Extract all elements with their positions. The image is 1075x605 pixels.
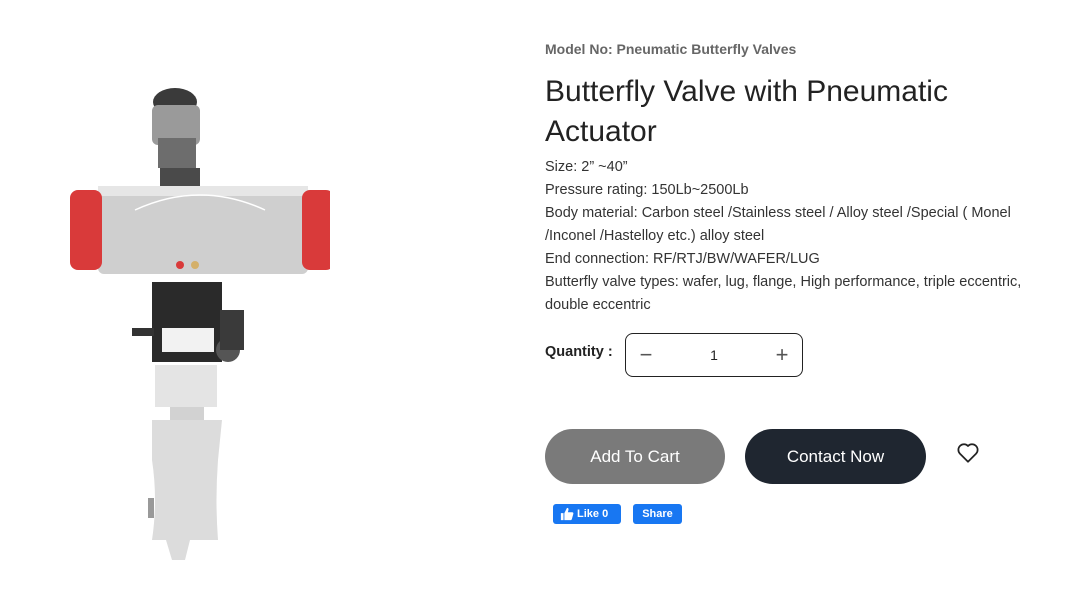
product-image[interactable] xyxy=(40,60,334,580)
quantity-stepper: − 1 + xyxy=(625,333,803,377)
spec-pressure-rating: Pressure rating: 150Lb~2500Lb xyxy=(545,182,749,198)
quantity-increase-button[interactable]: + xyxy=(762,334,802,376)
add-to-cart-button[interactable]: Add To Cart xyxy=(545,429,725,484)
spec-end-connection: End connection: RF/RTJ/BW/WAFER/LUG xyxy=(545,251,820,267)
spec-size: Size: 2” ~40” xyxy=(545,159,628,175)
like-label: Like 0 xyxy=(577,508,609,520)
quantity-label: Quantity : xyxy=(545,344,613,360)
facebook-share-button[interactable]: Share xyxy=(633,504,682,524)
quantity-decrease-button[interactable]: − xyxy=(626,334,666,376)
heart-outline-icon[interactable] xyxy=(955,439,981,465)
product-specs: Size: 2” ~40” Pressure rating: 150Lb~250… xyxy=(545,156,1040,317)
model-number: Model No: Pneumatic Butterfly Valves xyxy=(545,41,797,57)
valve-illustration xyxy=(70,88,334,560)
product-title: Butterfly Valve with Pneumatic Actuator xyxy=(545,75,948,148)
quantity-input[interactable]: 1 xyxy=(666,347,762,363)
spec-body-material: Body material: Carbon steel /Stainless s… xyxy=(545,205,1011,244)
facebook-like-button[interactable]: Like 0 xyxy=(553,504,621,524)
spec-valve-types: Butterfly valve types: wafer, lug, flang… xyxy=(545,274,1022,313)
contact-now-button[interactable]: Contact Now xyxy=(745,429,926,484)
thumbs-up-icon xyxy=(560,507,574,521)
